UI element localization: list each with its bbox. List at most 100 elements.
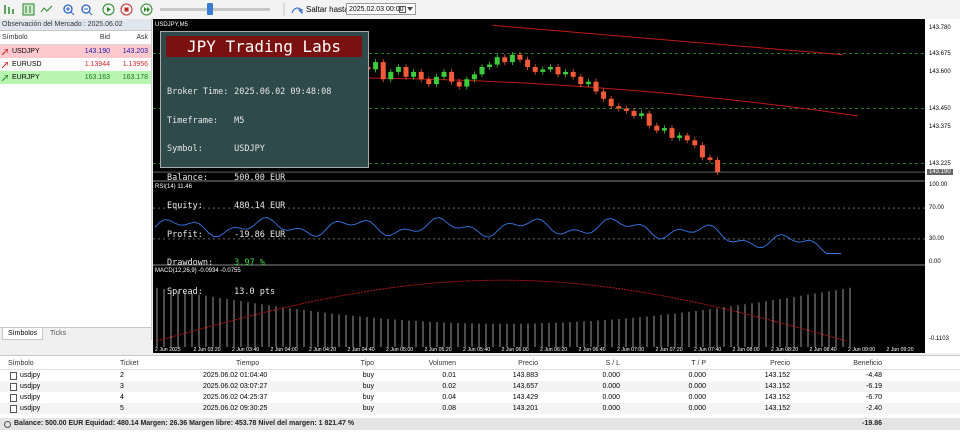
chevron-down-icon: [407, 7, 413, 11]
candle-body: [449, 71, 455, 82]
candle-body: [601, 91, 607, 99]
candle-body: [578, 76, 584, 85]
goto-label: Saltar hasta: [306, 5, 349, 14]
candle-body: [411, 71, 417, 77]
trade-row[interactable]: usdjpy 2 2025.06.02 01:04:40 buy 0.01 14…: [0, 370, 960, 381]
goto-arrow-icon: [291, 7, 303, 15]
candle-body: [441, 71, 447, 77]
time-axis-label: 2 Jun 03:40: [232, 347, 259, 353]
symbol-name: EURUSD: [12, 61, 42, 68]
ask-price: 143.203: [122, 48, 148, 55]
line-chart-icon[interactable]: [40, 3, 53, 16]
rsi-axis-label: 30.00: [929, 235, 945, 242]
info-row-equity: Equity: 480.14 EUR: [167, 201, 286, 211]
arrow-up-icon: [2, 75, 8, 81]
candle-body: [684, 135, 690, 141]
play-icon[interactable]: [102, 3, 115, 16]
market-row-eurjpy[interactable]: EURJPY 163.163 163.178: [0, 71, 151, 84]
candle-body: [525, 59, 531, 67]
col-current-price[interactable]: Precio: [750, 358, 790, 369]
candle-body: [707, 157, 713, 160]
stop-icon[interactable]: [120, 3, 133, 16]
candle-body: [464, 79, 470, 87]
time-axis-label: 2 Jun 08:40: [810, 347, 837, 353]
time-axis-label: 2 Jun 07:20: [656, 347, 683, 353]
time-axis-label: 2 Jun 08:20: [771, 347, 798, 353]
bid-price: 1.13944: [84, 61, 110, 68]
document-icon: [10, 372, 17, 380]
trade-row[interactable]: usdjpy 5 2025.06.02 09:30:25 buy 0.08 14…: [0, 403, 960, 414]
zoom-out-icon[interactable]: [80, 3, 93, 16]
candle-body: [487, 64, 493, 67]
col-ask: Ask: [136, 34, 148, 41]
candle-body: [373, 62, 379, 70]
market-watch-panel: Observación del Mercado : 2025.06.02 Sím…: [0, 19, 152, 340]
replay-speed-slider[interactable]: [160, 8, 270, 11]
document-icon: [10, 405, 17, 413]
col-time[interactable]: Tiempo: [236, 358, 259, 369]
candle-body: [677, 135, 683, 138]
goto-button[interactable]: Saltar hasta: [290, 3, 349, 16]
info-row-spread: Spread: 13.0 pts: [167, 286, 276, 297]
chart-header: USDJPY,M5: [155, 22, 189, 28]
tab-ticks[interactable]: Ticks: [45, 328, 71, 339]
col-sl[interactable]: S / L: [590, 358, 620, 369]
document-icon: [10, 383, 17, 391]
toolbar: Saltar hasta 2025.02.03 00:00: [0, 0, 960, 20]
time-axis-label: 2 Jun 05:20: [425, 347, 452, 353]
time-axis-label: 2 Jun 05:00: [386, 347, 413, 353]
price-axis-label: 143.225: [929, 160, 951, 167]
time-axis-label: 2 Jun 07:40: [694, 347, 721, 353]
tab-symbols[interactable]: Símbolos: [2, 328, 44, 340]
time-axis-label: 2 Jun 06:20: [540, 347, 567, 353]
trade-row[interactable]: usdjpy 4 2025.06.02 04:25:37 buy 0.04 14…: [0, 392, 960, 403]
candle-body: [426, 79, 432, 85]
candle-body: [623, 108, 629, 111]
market-row-usdjpy[interactable]: USDJPY 143.190 143.203: [0, 45, 151, 58]
candle-body: [547, 67, 553, 70]
time-axis-label: 2 Jun 04:20: [309, 347, 336, 353]
cursor-tool-icon[interactable]: [3, 3, 16, 16]
time-axis-label: 2 Jun 04:40: [348, 347, 375, 353]
step-forward-icon[interactable]: [140, 3, 153, 16]
candle-body: [692, 140, 698, 146]
col-type[interactable]: Tipo: [340, 358, 374, 369]
info-row-balance: Balance: 500.00 EUR: [167, 172, 286, 183]
candle-body: [509, 54, 515, 63]
price-axis: 143.780 143.675 143.600 143.450 143.375 143.2…: [925, 19, 960, 353]
bar-chart-icon[interactable]: [22, 3, 35, 16]
time-axis-label: 2 Jun 03:20: [194, 347, 221, 353]
candle-body: [418, 71, 424, 80]
candle-body: [616, 106, 622, 109]
candle-body: [502, 57, 508, 63]
col-tp[interactable]: T / P: [676, 358, 706, 369]
col-ticket[interactable]: Ticket: [120, 358, 138, 369]
time-axis-label: 2 Jun 05:40: [463, 347, 490, 353]
rsi-axis-label: 100.00: [929, 182, 948, 188]
col-volume[interactable]: Volumen: [420, 358, 456, 369]
candle-body: [570, 71, 576, 77]
rsi-axis-label: 70.00: [929, 205, 945, 212]
candle-body: [532, 67, 538, 72]
zoom-in-icon[interactable]: [62, 3, 75, 16]
macd-axis-label: -0.1103: [929, 336, 949, 342]
trade-row[interactable]: usdjpy 3 2025.06.02 03:07:27 buy 0.02 14…: [0, 381, 960, 392]
market-watch-title: Observación del Mercado : 2025.06.02: [0, 19, 151, 31]
time-axis-label: 2 Jun 06:00: [502, 347, 529, 353]
candle-body: [395, 67, 401, 72]
rsi-axis-label: 0.00: [929, 259, 941, 265]
col-profit[interactable]: Beneficio: [830, 358, 882, 369]
symbol-name: EURJPY: [12, 74, 40, 81]
col-symbol[interactable]: Símbolo: [8, 358, 34, 369]
info-row-symbol: Symbol: USDJPY: [167, 144, 265, 154]
slider-handle[interactable]: [207, 3, 213, 15]
candle-body: [403, 67, 409, 77]
col-price[interactable]: Precio: [500, 358, 538, 369]
time-axis-label: 2 Jun 06:40: [579, 347, 606, 353]
time-axis-label: 2 Jun 09:20: [887, 347, 914, 353]
candle-body: [433, 76, 439, 85]
candle-body: [593, 81, 599, 92]
date-select[interactable]: 2025.02.03 00:00: [346, 3, 416, 15]
info-row-timeframe: Timeframe: M5: [167, 115, 245, 126]
market-row-eurusd[interactable]: EURUSD 1.13944 1.13956: [0, 58, 151, 71]
